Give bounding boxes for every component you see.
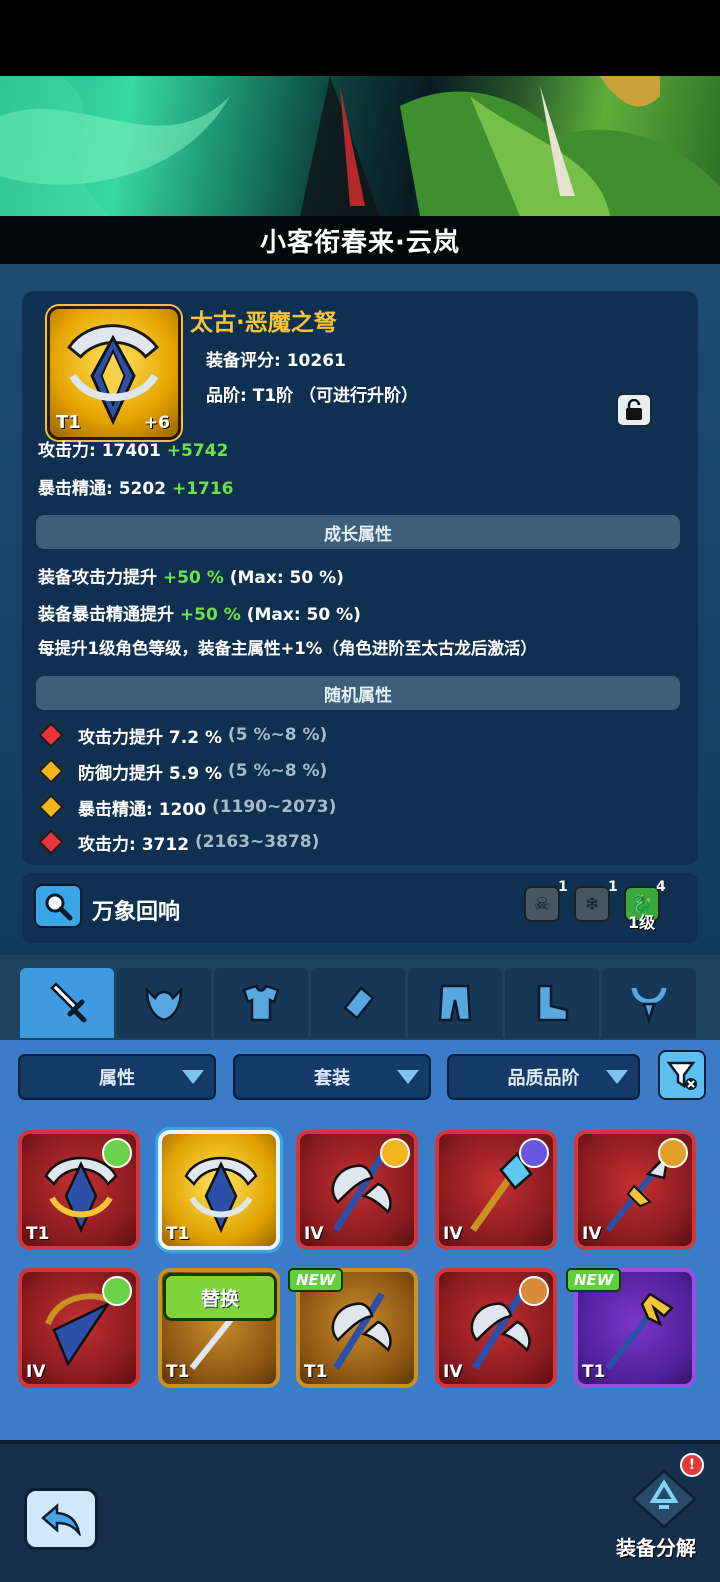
random-stat-row: 暴击精通: 1200 (1190~2073) — [38, 794, 336, 820]
status-bar — [0, 0, 720, 76]
back-arrow-icon — [41, 1503, 81, 1536]
main-stat-crit: 暴击精通: 5202 +1716 — [38, 479, 234, 499]
chevron-down-icon — [606, 1070, 628, 1084]
item-score: 装备评分: 10261 — [206, 351, 346, 371]
gold-gem-icon — [38, 794, 64, 820]
random-stat-row: 攻击力: 3712 (2163~3878) — [38, 830, 319, 854]
new-badge: NEW — [288, 1268, 344, 1292]
sword-icon — [50, 982, 87, 1023]
footer-bar — [0, 1440, 720, 1582]
equipment-card[interactable]: IV — [18, 1268, 140, 1388]
equipment-card-selected[interactable]: T1 — [158, 1130, 280, 1250]
trident-icon — [605, 1292, 674, 1370]
growth-line: 装备攻击力提升 +50 % (Max: 50 %) — [38, 568, 344, 588]
echo-search-button[interactable] — [34, 884, 82, 928]
set-badge-icon — [102, 1138, 132, 1168]
chevron-down-icon — [397, 1070, 419, 1084]
item-icon[interactable]: T1 +6 — [47, 306, 181, 440]
tab-boots[interactable] — [505, 968, 599, 1038]
set-badge-icon — [519, 1276, 549, 1306]
main-stat-attack: 攻击力: 17401 +5742 — [38, 441, 229, 461]
filter-clear-button[interactable] — [658, 1050, 706, 1100]
item-level: +6 — [143, 413, 170, 433]
echo-count: 4 — [656, 879, 666, 895]
red-gem-icon — [38, 830, 64, 854]
echo-count: 1 — [608, 879, 618, 895]
equipment-card[interactable]: T1 — [18, 1130, 140, 1250]
item-name: 太古·恶魔之弩 — [190, 310, 337, 336]
set-badge-icon — [380, 1138, 410, 1168]
tab-necklace[interactable] — [602, 968, 696, 1038]
new-badge: NEW — [566, 1268, 622, 1292]
equipment-card[interactable]: IV — [296, 1130, 418, 1250]
helmet-icon — [145, 986, 183, 1022]
chevron-down-icon — [182, 1070, 204, 1084]
axe-icon — [331, 1292, 392, 1370]
equipment-card[interactable]: IV — [435, 1130, 557, 1250]
random-stat-row: 攻击力提升 7.2 % (5 %~8 %) — [38, 722, 327, 748]
set-badge-icon — [658, 1138, 688, 1168]
snowflake-icon[interactable]: ❄ — [574, 886, 610, 922]
random-header: 随机属性 — [36, 676, 680, 710]
item-grade: 品阶: T1阶 （可进行升阶） — [206, 386, 419, 406]
back-button[interactable] — [24, 1488, 98, 1550]
filter-quality[interactable]: 品质品阶 — [447, 1054, 640, 1100]
set-badge-icon — [102, 1276, 132, 1306]
growth-header: 成长属性 — [36, 515, 680, 549]
replace-button[interactable]: 替换 — [163, 1273, 277, 1321]
decompose-label: 装备分解 — [616, 1536, 696, 1560]
unlock-icon — [626, 399, 642, 420]
bracer-icon — [343, 986, 375, 1020]
title-bar: 小客衔春来·云岚 — [0, 216, 720, 264]
random-stat-row: 防御力提升 5.9 % (5 %~8 %) — [38, 758, 327, 784]
growth-line: 装备暴击精通提升 +50 % (Max: 50 %) — [38, 605, 361, 625]
pants-icon — [438, 984, 472, 1022]
echo-level: 1级 — [628, 913, 656, 932]
tab-armor[interactable] — [214, 968, 308, 1038]
boots-icon — [537, 984, 569, 1022]
tab-weapon[interactable] — [20, 968, 114, 1038]
gold-gem-icon — [38, 758, 64, 784]
filter-attribute[interactable]: 属性 — [18, 1054, 216, 1100]
search-icon — [45, 893, 73, 921]
filter-icon — [666, 1061, 697, 1090]
hero-banner — [0, 76, 720, 216]
necklace-icon — [631, 987, 667, 1025]
echo-count: 1 — [558, 879, 568, 895]
skull-icon[interactable]: ☠ — [524, 886, 560, 922]
equipment-card[interactable]: IV — [574, 1130, 696, 1250]
filter-set[interactable]: 套装 — [233, 1054, 431, 1100]
equipment-card[interactable]: IV — [435, 1268, 557, 1388]
crossbow-icon — [184, 1156, 258, 1234]
tab-bracer[interactable] — [311, 968, 405, 1038]
red-gem-icon — [38, 722, 64, 748]
tab-pants[interactable] — [408, 968, 502, 1038]
armor-icon — [242, 984, 280, 1022]
hero-title: 小客衔春来·云岚 — [260, 227, 460, 258]
lock-button[interactable] — [616, 393, 652, 427]
echo-label: 万象回响 — [92, 900, 181, 925]
growth-line: 每提升1级角色等级，装备主属性+1%（角色进阶至太古龙后激活） — [38, 639, 537, 658]
set-badge-icon — [519, 1138, 549, 1168]
tab-helmet[interactable] — [117, 968, 211, 1038]
item-tier: T1 — [56, 412, 81, 433]
alert-badge: ! — [680, 1453, 704, 1477]
